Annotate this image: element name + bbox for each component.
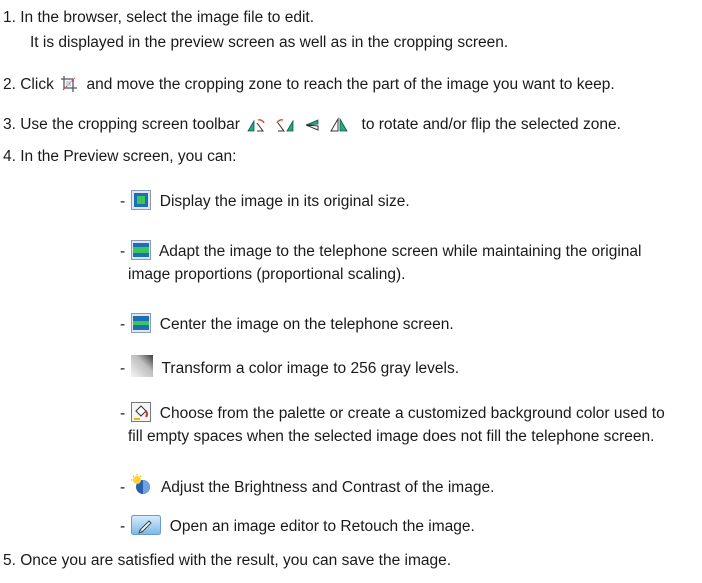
option-proportional-scaling: - Adapt the image to the telephone scree… [120,240,641,266]
center-image-icon [131,313,152,339]
image-editor-icon [131,515,162,541]
step-3-prefix: 3. Use the cropping screen toolbar [3,116,240,133]
option-center: - Center the image on the telephone scre… [120,313,454,339]
step-4-text: 4. In the Preview screen, you can: [3,148,237,165]
fit-screen-icon [131,240,152,266]
paint-bucket-icon [131,402,152,428]
step-5-text: 5. Once you are satisfied with the resul… [3,552,452,569]
option-proportional-scaling-cont: image proportions (proportional scaling)… [128,266,406,283]
crop-icon [60,75,78,99]
option-original-size: - Display the image in its original size… [120,190,410,216]
step-1-detail: It is displayed in the preview screen as… [30,34,509,51]
flip-vertical-icon [305,119,319,131]
rotate-right-icon [275,119,293,132]
grayscale-icon [131,355,154,383]
cropping-toolbar [246,117,353,139]
step-2: 2. Click and move the cropping zone to r… [3,75,615,99]
option-background-color-cont: fill empty spaces when the selected imag… [128,428,655,445]
original-size-icon [131,190,152,216]
step-1-text: 1. In the browser, select the image file… [3,9,315,26]
option-background-color: - Choose from the palette or create a cu… [120,402,665,428]
step-2-prefix: 2. Click [3,76,54,93]
flip-horizontal-icon [330,117,348,132]
option-brightness-contrast: - Adjust the Brightness and Contrast of … [120,474,494,502]
option-grayscale: - Transform a color image to 256 gray le… [120,355,459,383]
option-retouch: - Open an image editor to Retouch the im… [120,515,475,541]
rotate-left-icon [247,119,265,132]
step-3: 3. Use the cropping screen toolbar to ro… [3,115,621,139]
brightness-contrast-icon [131,474,153,502]
step-2-suffix: and move the cropping zone to reach the … [86,76,615,93]
step-3-suffix: to rotate and/or flip the selected zone. [361,116,621,133]
